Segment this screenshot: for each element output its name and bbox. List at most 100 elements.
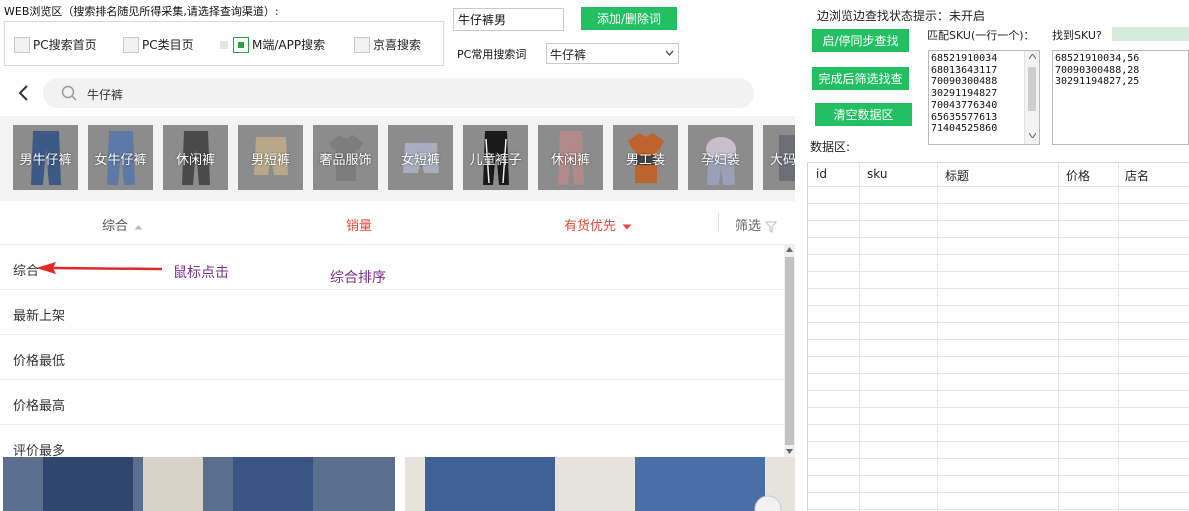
option-pc-category[interactable]: PC类目页 — [123, 36, 194, 53]
chevron-down-icon — [665, 50, 674, 56]
grid-row-line — [808, 322, 1189, 323]
data-table[interactable]: id sku 标题 价格 店名 — [807, 162, 1189, 511]
caret-up-icon — [134, 224, 143, 229]
category-tile[interactable]: 休闲裤 — [538, 125, 603, 190]
category-label: 儿童裤子 — [469, 153, 522, 168]
vertical-scrollbar[interactable] — [784, 245, 795, 457]
match-sku-textarea[interactable]: 68521910034 68013643117 70090300488 3029… — [928, 50, 1040, 145]
category-tile[interactable]: 孕妇装 — [688, 125, 753, 190]
filter-button[interactable]: 筛选 — [735, 215, 778, 234]
category-tile[interactable]: 女牛仔裤 — [88, 125, 153, 190]
grid-row-line — [808, 254, 1189, 255]
column-header-store[interactable]: 店名 — [1125, 167, 1149, 184]
grid-row-line — [808, 305, 1189, 306]
scroll-up-icon[interactable] — [1029, 54, 1036, 59]
product-image[interactable] — [405, 457, 795, 511]
funnel-icon — [765, 221, 778, 233]
category-label: 男短裤 — [250, 153, 290, 168]
column-header-id[interactable]: id — [816, 167, 827, 181]
textarea-scrollbar[interactable] — [1024, 51, 1039, 144]
sku-line: 71404525860 — [931, 123, 998, 135]
checkbox-checked-icon[interactable] — [233, 36, 249, 53]
add-remove-keyword-button[interactable]: 添加/删除词 — [581, 7, 677, 30]
grid-row-line — [808, 339, 1189, 340]
checkbox-icon[interactable] — [354, 36, 370, 53]
category-tile[interactable]: 男工装 — [613, 125, 678, 190]
grid-row-line — [808, 475, 1189, 476]
column-header-sku[interactable]: sku — [867, 167, 887, 181]
tab-comprehensive[interactable]: 综合 — [102, 215, 143, 234]
sort-dropdown: 综合 最新上架 价格最低 价格最高 评价最多 — [0, 245, 785, 457]
category-tile[interactable]: 女短裤 — [388, 125, 453, 190]
column-header-title[interactable]: 标题 — [945, 167, 969, 184]
checkbox-icon[interactable] — [123, 36, 139, 53]
grid-row-line — [808, 492, 1189, 493]
sync-status-label: 边浏览边查找状态提示：未开启 — [817, 9, 986, 23]
tab-sales[interactable]: 销量 — [346, 215, 372, 234]
sku-line: 68521910034 — [931, 53, 998, 64]
divider — [718, 213, 719, 232]
found-indicator — [1112, 27, 1189, 41]
category-label: 休闲裤 — [175, 153, 215, 168]
sort-option-price-high[interactable]: 价格最高 — [13, 395, 65, 414]
option-m-app-search[interactable]: M端/APP搜索 — [220, 36, 325, 53]
sort-option-most-reviews[interactable]: 评价最多 — [13, 440, 65, 457]
option-jingxi-search[interactable]: 京喜搜索 — [354, 36, 421, 53]
scrollbar-thumb[interactable] — [1028, 67, 1036, 111]
sort-option-price-low[interactable]: 价格最低 — [13, 350, 65, 369]
mobile-search-bar[interactable]: 牛仔裤 — [43, 78, 754, 108]
grid-row-line — [808, 288, 1189, 289]
scroll-down-icon[interactable] — [1029, 133, 1036, 138]
focus-dot-icon — [220, 40, 228, 49]
grid-row-line — [808, 373, 1189, 374]
divider — [0, 334, 785, 335]
filter-after-done-button[interactable]: 完成后筛选找查 — [812, 67, 909, 90]
match-sku-label: 匹配SKU(一行一个)： — [927, 29, 1035, 42]
product-image[interactable] — [3, 457, 395, 511]
scroll-down-icon[interactable] — [786, 449, 793, 454]
grid-row-line — [808, 390, 1189, 391]
found-sku-textarea[interactable]: 68521910034,56 70090300488,28 3029119482… — [1052, 50, 1189, 145]
annotation-mouse-click: 鼠标点击 — [173, 265, 229, 281]
sort-bar: 综合 销量 有货优先 筛选 — [0, 201, 795, 245]
scrollbar-thumb[interactable] — [785, 257, 794, 445]
clear-data-button[interactable]: 清空数据区 — [815, 103, 912, 126]
grid-row-line — [808, 407, 1189, 408]
found-sku-label: 找到SKU? — [1052, 29, 1102, 42]
filter-label: 筛选 — [735, 219, 762, 234]
category-tile[interactable]: 儿童裤子 — [463, 125, 528, 190]
checkbox-icon[interactable] — [14, 36, 30, 53]
common-keywords-label: PC常用搜索词 — [457, 48, 527, 61]
scroll-up-icon[interactable] — [786, 247, 793, 252]
category-tile[interactable]: 大码 — [763, 125, 795, 190]
category-tile[interactable]: 男牛仔裤 — [13, 125, 78, 190]
category-tile[interactable]: 男短裤 — [238, 125, 303, 190]
common-keywords-select[interactable]: 牛仔裤 — [546, 43, 679, 64]
sku-line: 70090300488,28 — [1055, 64, 1140, 76]
product-grid — [0, 457, 795, 511]
sort-option-newest[interactable]: 最新上架 — [13, 305, 65, 324]
option-label: PC类目页 — [142, 38, 194, 52]
grid-row-line — [808, 203, 1189, 204]
grid-row-line — [808, 458, 1189, 459]
data-area-label: 数据区: — [810, 140, 851, 154]
annotation-arrow-icon — [36, 262, 163, 274]
back-arrow-icon[interactable] — [17, 84, 31, 102]
grid-row-line — [808, 237, 1189, 238]
tab-in-stock[interactable]: 有货优先 — [564, 215, 632, 234]
divider — [0, 379, 785, 380]
category-tile[interactable]: 奢品服饰 — [313, 125, 378, 190]
annotation-sort-label: 综合排序 — [330, 270, 386, 286]
category-strip: 男牛仔裤 女牛仔裤 休闲裤 男短裤 奢品服饰 女短裤 儿童裤子 休闲裤 男工装 … — [0, 116, 795, 201]
column-header-price[interactable]: 价格 — [1066, 167, 1090, 184]
category-label: 男工装 — [625, 153, 665, 168]
option-label: 京喜搜索 — [373, 38, 422, 52]
caret-down-icon — [622, 224, 632, 229]
category-label: 奢品服饰 — [319, 153, 372, 168]
category-label: 男牛仔裤 — [19, 153, 72, 168]
grid-row-line — [808, 186, 1189, 187]
keyword-input[interactable] — [453, 8, 564, 31]
option-pc-search-home[interactable]: PC搜索首页 — [14, 36, 97, 53]
category-tile[interactable]: 休闲裤 — [163, 125, 228, 190]
toggle-sync-search-button[interactable]: 启/停同步查找 — [812, 29, 909, 52]
